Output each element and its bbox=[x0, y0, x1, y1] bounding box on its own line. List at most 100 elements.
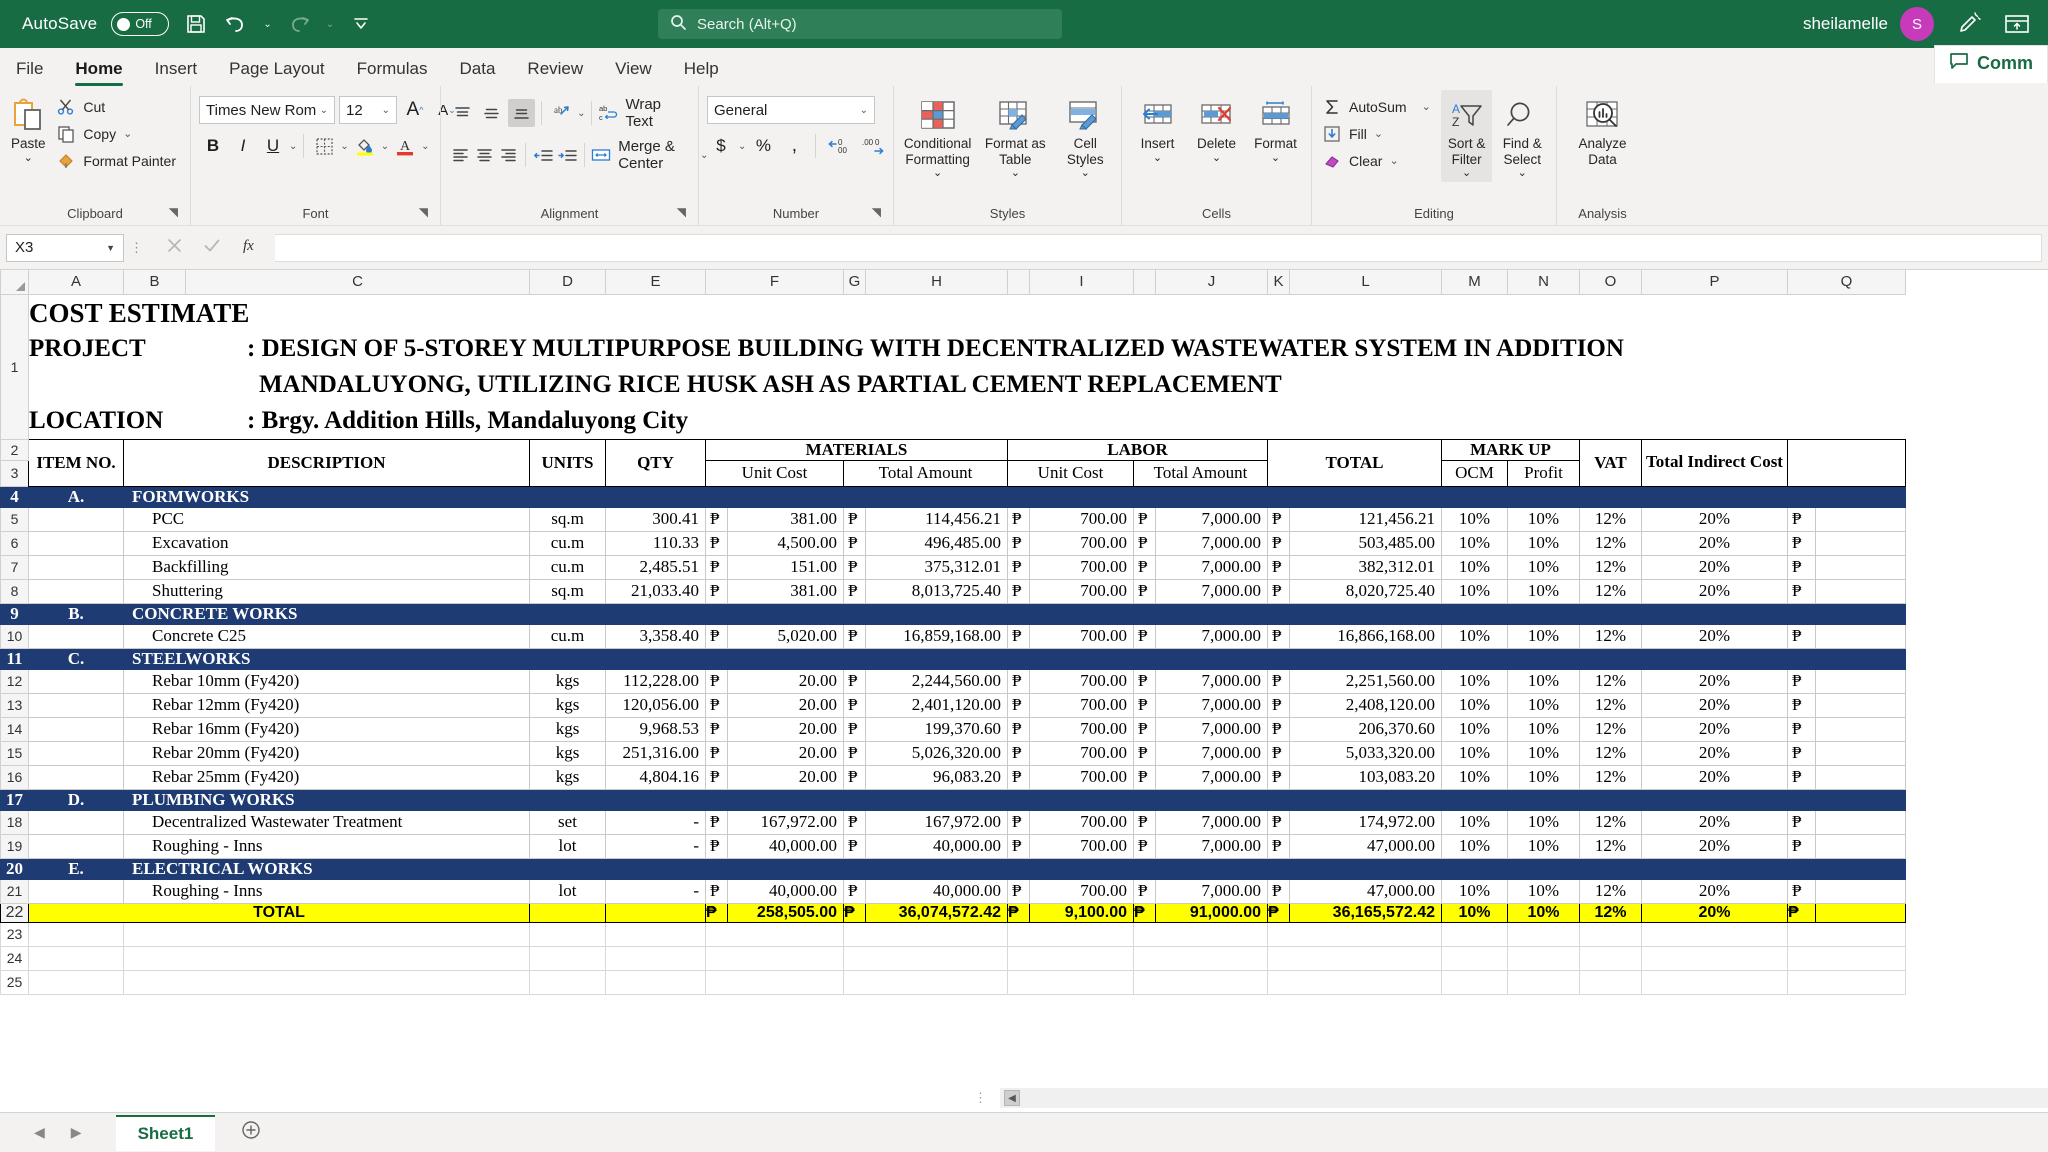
font-color-button[interactable]: A bbox=[391, 132, 419, 160]
cell-profit[interactable]: 10% bbox=[1508, 741, 1580, 765]
cell-lab-unit-currency[interactable]: ₱ bbox=[1008, 669, 1030, 693]
cell-total-currency[interactable]: ₱ bbox=[1268, 531, 1290, 555]
cell-profit[interactable]: 10% bbox=[1508, 879, 1580, 903]
cell-indirect[interactable]: 20% bbox=[1642, 810, 1788, 834]
cell-r-currency[interactable]: ₱ bbox=[1788, 579, 1816, 603]
cell-lab-unit-cost[interactable]: 700.00 bbox=[1030, 810, 1134, 834]
cell-mat-total-currency[interactable]: ₱ bbox=[844, 531, 866, 555]
tab-home[interactable]: Home bbox=[59, 55, 138, 86]
table-row[interactable]: 6Excavationcu.m110.33₱4,500.00₱496,485.0… bbox=[1, 531, 1906, 555]
cell-ocm[interactable]: 10% bbox=[1442, 531, 1508, 555]
horizontal-scrollbar[interactable]: ◀ bbox=[1000, 1088, 2048, 1108]
column-header-O[interactable]: O bbox=[1580, 270, 1642, 294]
align-center-button[interactable] bbox=[473, 141, 495, 169]
cell-ocm[interactable]: 10% bbox=[1442, 579, 1508, 603]
cell-total-currency[interactable]: ₱ bbox=[1268, 555, 1290, 579]
decrease-decimal-button[interactable]: .000 bbox=[858, 132, 890, 160]
empty-cell[interactable] bbox=[844, 970, 1008, 994]
column-header-A[interactable]: A bbox=[29, 270, 124, 294]
increase-indent-button[interactable] bbox=[556, 141, 578, 169]
cell-profit[interactable]: 10% bbox=[1508, 693, 1580, 717]
cell-r-value[interactable] bbox=[1816, 579, 1906, 603]
column-header-J[interactable]: J bbox=[1156, 270, 1268, 294]
cell-vat[interactable]: 12% bbox=[1580, 717, 1642, 741]
tab-page-layout[interactable]: Page Layout bbox=[213, 55, 340, 86]
align-left-button[interactable] bbox=[449, 141, 471, 169]
cell-total[interactable]: 47,000.00 bbox=[1290, 879, 1442, 903]
empty-cell[interactable] bbox=[29, 970, 124, 994]
empty-cell[interactable] bbox=[844, 922, 1008, 946]
empty-cell[interactable] bbox=[530, 922, 606, 946]
cell-indirect[interactable]: 20% bbox=[1642, 579, 1788, 603]
cell-profit[interactable]: 10% bbox=[1508, 810, 1580, 834]
empty-cell[interactable] bbox=[1008, 970, 1134, 994]
cell-lab-unit-cost[interactable]: 700.00 bbox=[1030, 834, 1134, 858]
cell-item-no[interactable] bbox=[29, 879, 124, 903]
conditional-formatting-dropdown-icon[interactable]: ⌄ bbox=[933, 167, 942, 180]
cell-item-no[interactable] bbox=[29, 507, 124, 531]
cell-r-value[interactable] bbox=[1816, 624, 1906, 648]
cell-r-value[interactable] bbox=[1816, 810, 1906, 834]
cell-total[interactable]: 382,312.01 bbox=[1290, 555, 1442, 579]
row-header-16[interactable]: 16 bbox=[1, 765, 29, 789]
cell-mat-unit-cost[interactable]: 20.00 bbox=[728, 669, 844, 693]
cell-qty[interactable]: 110.33 bbox=[606, 531, 706, 555]
format-cells-button[interactable]: Format ⌄ bbox=[1248, 90, 1303, 164]
alignment-dialog-launcher-icon[interactable]: ◥ bbox=[677, 201, 686, 223]
cut-button[interactable]: Cut bbox=[54, 94, 182, 119]
cell-mat-unit-cost[interactable]: 40,000.00 bbox=[728, 879, 844, 903]
cell-item-no[interactable] bbox=[29, 579, 124, 603]
cell-mat-total-currency[interactable]: ₱ bbox=[844, 579, 866, 603]
cell-ocm[interactable]: 10% bbox=[1442, 834, 1508, 858]
row-header-25[interactable]: 25 bbox=[1, 970, 29, 994]
table-row[interactable]: 5PCCsq.m300.41₱381.00₱114,456.21₱700.00₱… bbox=[1, 507, 1906, 531]
cell-total-currency[interactable]: ₱ bbox=[1268, 579, 1290, 603]
cell-description[interactable]: Excavation bbox=[124, 531, 530, 555]
cell-mat-total-currency[interactable]: ₱ bbox=[844, 879, 866, 903]
cell-r-value[interactable] bbox=[1816, 507, 1906, 531]
cell-lab-unit-currency[interactable]: ₱ bbox=[1008, 810, 1030, 834]
column-header-I[interactable]: I bbox=[1030, 270, 1134, 294]
cell-indirect[interactable]: 20% bbox=[1642, 741, 1788, 765]
increase-decimal-button[interactable]: 000 bbox=[823, 132, 855, 160]
cell-r-value[interactable] bbox=[1816, 879, 1906, 903]
fill-color-button[interactable] bbox=[351, 132, 379, 160]
insert-cells-dropdown-icon[interactable]: ⌄ bbox=[1153, 152, 1162, 165]
cell-mat-unit-cost[interactable]: 381.00 bbox=[728, 507, 844, 531]
cell-mat-total-currency[interactable]: ₱ bbox=[844, 693, 866, 717]
cell-qty[interactable]: 120,056.00 bbox=[606, 693, 706, 717]
cell-lab-unit-cost[interactable]: 700.00 bbox=[1030, 624, 1134, 648]
cell-vat[interactable]: 12% bbox=[1580, 810, 1642, 834]
wrap-text-button[interactable]: abc Wrap Text bbox=[598, 96, 690, 130]
empty-cell[interactable] bbox=[1508, 970, 1580, 994]
cell-lab-unit-currency[interactable]: ₱ bbox=[1008, 531, 1030, 555]
column-header-C[interactable]: C bbox=[186, 270, 530, 294]
merge-center-button[interactable]: Merge & Center ⌄ bbox=[591, 138, 708, 172]
table-row[interactable]: 12Rebar 10mm (Fy420)kgs112,228.00₱20.00₱… bbox=[1, 669, 1906, 693]
tab-view[interactable]: View bbox=[599, 55, 668, 86]
cell-lab-unit-currency[interactable]: ₱ bbox=[1008, 579, 1030, 603]
cell-lab-total-currency[interactable]: ₱ bbox=[1134, 717, 1156, 741]
sort-filter-button[interactable]: AZ Sort & Filter ⌄ bbox=[1441, 90, 1493, 182]
find-select-button[interactable]: Find & Select ⌄ bbox=[1496, 90, 1548, 180]
column-header-I-peso[interactable] bbox=[1008, 270, 1030, 294]
empty-cell[interactable] bbox=[1580, 970, 1642, 994]
cell-mat-unit-currency[interactable]: ₱ bbox=[706, 693, 728, 717]
table-row[interactable]: 10Concrete C25cu.m3,358.40₱5,020.00₱16,8… bbox=[1, 624, 1906, 648]
fill-color-dropdown-icon[interactable]: ⌄ bbox=[381, 141, 389, 152]
cell-item-no[interactable] bbox=[29, 555, 124, 579]
empty-cell[interactable] bbox=[1268, 946, 1442, 970]
cell-description[interactable]: Roughing - Inns bbox=[124, 834, 530, 858]
cell-profit[interactable]: 10% bbox=[1508, 507, 1580, 531]
row-header-20[interactable]: 20 bbox=[1, 858, 29, 879]
underline-button[interactable]: U bbox=[259, 132, 287, 160]
category-row[interactable]: 17D.PLUMBING WORKS bbox=[1, 789, 1906, 810]
cell-ocm[interactable]: 10% bbox=[1442, 879, 1508, 903]
empty-cell[interactable] bbox=[1442, 970, 1508, 994]
cell-lab-unit-currency[interactable]: ₱ bbox=[1008, 555, 1030, 579]
row-header-6[interactable]: 6 bbox=[1, 531, 29, 555]
cell-lab-unit-currency[interactable]: ₱ bbox=[1008, 624, 1030, 648]
undo-dropdown-icon[interactable]: ⌄ bbox=[263, 19, 271, 30]
name-box[interactable]: X3 ▼ bbox=[6, 234, 124, 262]
cell-profit[interactable]: 10% bbox=[1508, 579, 1580, 603]
